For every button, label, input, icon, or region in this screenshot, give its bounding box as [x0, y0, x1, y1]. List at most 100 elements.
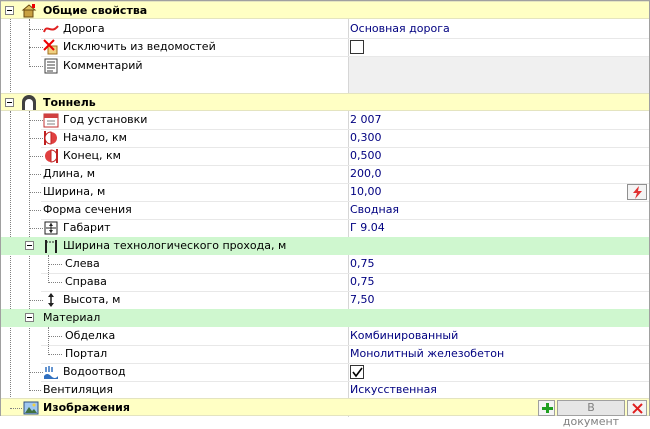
portal-label: Портал — [65, 347, 108, 360]
width-label: Ширина, м — [43, 185, 106, 198]
start-label: Начало, км — [63, 131, 127, 144]
tunnel-icon — [22, 95, 36, 110]
prop-end[interactable]: Конец, км 0,500 — [1, 147, 649, 166]
height-arrow-icon — [48, 293, 54, 307]
prop-ventilation[interactable]: Вентиляция Искусственная — [1, 381, 649, 399]
prop-drainage[interactable]: Водоотвод — [1, 363, 649, 382]
drainage-label: Водоотвод — [63, 365, 126, 378]
subsection-passage-width[interactable]: Ширина технологического прохода, м — [1, 237, 649, 255]
tree-branch — [29, 66, 43, 67]
prop-exclude[interactable]: Исключить из ведомостей — [1, 38, 649, 57]
tree-branch — [29, 120, 43, 121]
to-document-button[interactable]: В документ — [557, 400, 625, 428]
clearance-icon — [44, 221, 58, 235]
passage-label: Ширина технологического прохода, м — [63, 239, 287, 252]
end-label: Конец, км — [63, 149, 121, 162]
drainage-icon — [44, 366, 58, 379]
prop-right[interactable]: Справа 0,75 — [1, 273, 649, 292]
length-label: Длина, м — [43, 167, 95, 180]
comment-label: Комментарий — [63, 59, 143, 72]
prop-width[interactable]: Ширина, м 10,00 — [1, 183, 649, 202]
exclude-checkbox[interactable] — [350, 40, 364, 54]
comment-textarea[interactable] — [348, 57, 649, 93]
left-label: Слева — [65, 257, 100, 270]
calculate-button[interactable] — [627, 184, 647, 200]
collapse-passage-icon[interactable] — [25, 241, 34, 250]
portal-value[interactable]: Монолитный железобетон — [350, 345, 504, 363]
ventilation-label: Вентиляция — [43, 383, 113, 396]
section-general[interactable]: Общие свойства — [1, 1, 649, 19]
year-label: Год установки — [63, 113, 148, 126]
property-grid: Общие свойства Дорога Основная дорога Ис… — [0, 0, 650, 428]
finish-label: Обделка — [65, 329, 116, 342]
tree-branch — [29, 138, 43, 139]
end-value[interactable]: 0,500 — [350, 147, 382, 165]
width-value[interactable]: 10,00 — [350, 183, 382, 201]
tree-branch — [29, 192, 41, 193]
prop-start[interactable]: Начало, км 0,300 — [1, 129, 649, 148]
end-marker-icon — [45, 149, 58, 163]
comment-document-icon — [44, 58, 58, 74]
delete-image-button[interactable] — [627, 400, 647, 416]
section-images[interactable]: Изображения В документ — [1, 398, 649, 428]
road-curve-icon — [43, 25, 59, 33]
shape-label: Форма сечения — [43, 203, 132, 216]
gabarit-label: Габарит — [63, 221, 111, 234]
shape-value[interactable]: Сводная — [350, 201, 399, 219]
tree-branch — [48, 336, 62, 337]
prop-height[interactable]: Высота, м 7,50 — [1, 291, 649, 310]
delete-x-icon — [632, 403, 643, 414]
tree-branch — [10, 408, 22, 409]
collapse-material-icon[interactable] — [25, 313, 34, 322]
year-value[interactable]: 2 007 — [350, 111, 382, 129]
exclude-label: Исключить из ведомостей — [63, 40, 216, 53]
right-label: Справа — [65, 275, 107, 288]
subsection-material[interactable]: Материал — [1, 309, 649, 327]
lightning-icon — [633, 186, 642, 199]
section-general-title: Общие свойства — [43, 4, 148, 17]
tree-branch — [29, 390, 41, 391]
ventilation-value[interactable]: Искусственная — [350, 381, 437, 399]
material-label: Материал — [43, 311, 101, 324]
section-tunnel[interactable]: Тоннель — [1, 93, 649, 111]
start-value[interactable]: 0,300 — [350, 129, 382, 147]
checkmark-icon — [352, 367, 363, 378]
road-sign-icon — [21, 4, 37, 18]
tree-branch — [48, 354, 62, 355]
prop-left[interactable]: Слева 0,75 — [1, 255, 649, 274]
start-marker-icon — [44, 131, 57, 145]
prop-length[interactable]: Длина, м 200,0 — [1, 165, 649, 184]
calendar-icon — [43, 113, 59, 128]
finish-value[interactable]: Комбинированный — [350, 327, 458, 345]
road-label: Дорога — [63, 22, 105, 35]
section-tunnel-title: Тоннель — [43, 96, 96, 109]
tree-branch — [48, 282, 62, 283]
add-image-button[interactable] — [538, 400, 555, 416]
collapse-general-icon[interactable] — [5, 6, 14, 15]
plus-icon — [542, 403, 553, 413]
prop-road[interactable]: Дорога Основная дорога — [1, 20, 649, 39]
tree-branch — [29, 372, 43, 373]
tree-branch — [29, 210, 41, 211]
prop-shape[interactable]: Форма сечения Сводная — [1, 201, 649, 220]
left-value[interactable]: 0,75 — [350, 255, 375, 273]
tree-branch — [29, 29, 43, 30]
prop-year[interactable]: Год установки 2 007 — [1, 111, 649, 130]
length-value[interactable]: 200,0 — [350, 165, 382, 183]
images-icon — [23, 401, 39, 415]
prop-finish[interactable]: Обделка Комбинированный — [1, 327, 649, 346]
drainage-checkbox[interactable] — [350, 365, 364, 379]
exclude-icon — [43, 39, 58, 55]
tree-branch — [29, 300, 43, 301]
collapse-tunnel-icon[interactable] — [5, 98, 14, 107]
prop-gabarit[interactable]: Габарит Г 9.04 — [1, 219, 649, 238]
passage-width-icon — [45, 240, 57, 253]
tree-branch — [29, 174, 41, 175]
tree-branch — [29, 156, 43, 157]
height-value[interactable]: 7,50 — [350, 291, 375, 309]
right-value[interactable]: 0,75 — [350, 273, 375, 291]
road-value[interactable]: Основная дорога — [350, 20, 450, 38]
prop-portal[interactable]: Портал Монолитный железобетон — [1, 345, 649, 364]
tree-branch — [29, 228, 43, 229]
gabarit-value[interactable]: Г 9.04 — [350, 219, 385, 237]
